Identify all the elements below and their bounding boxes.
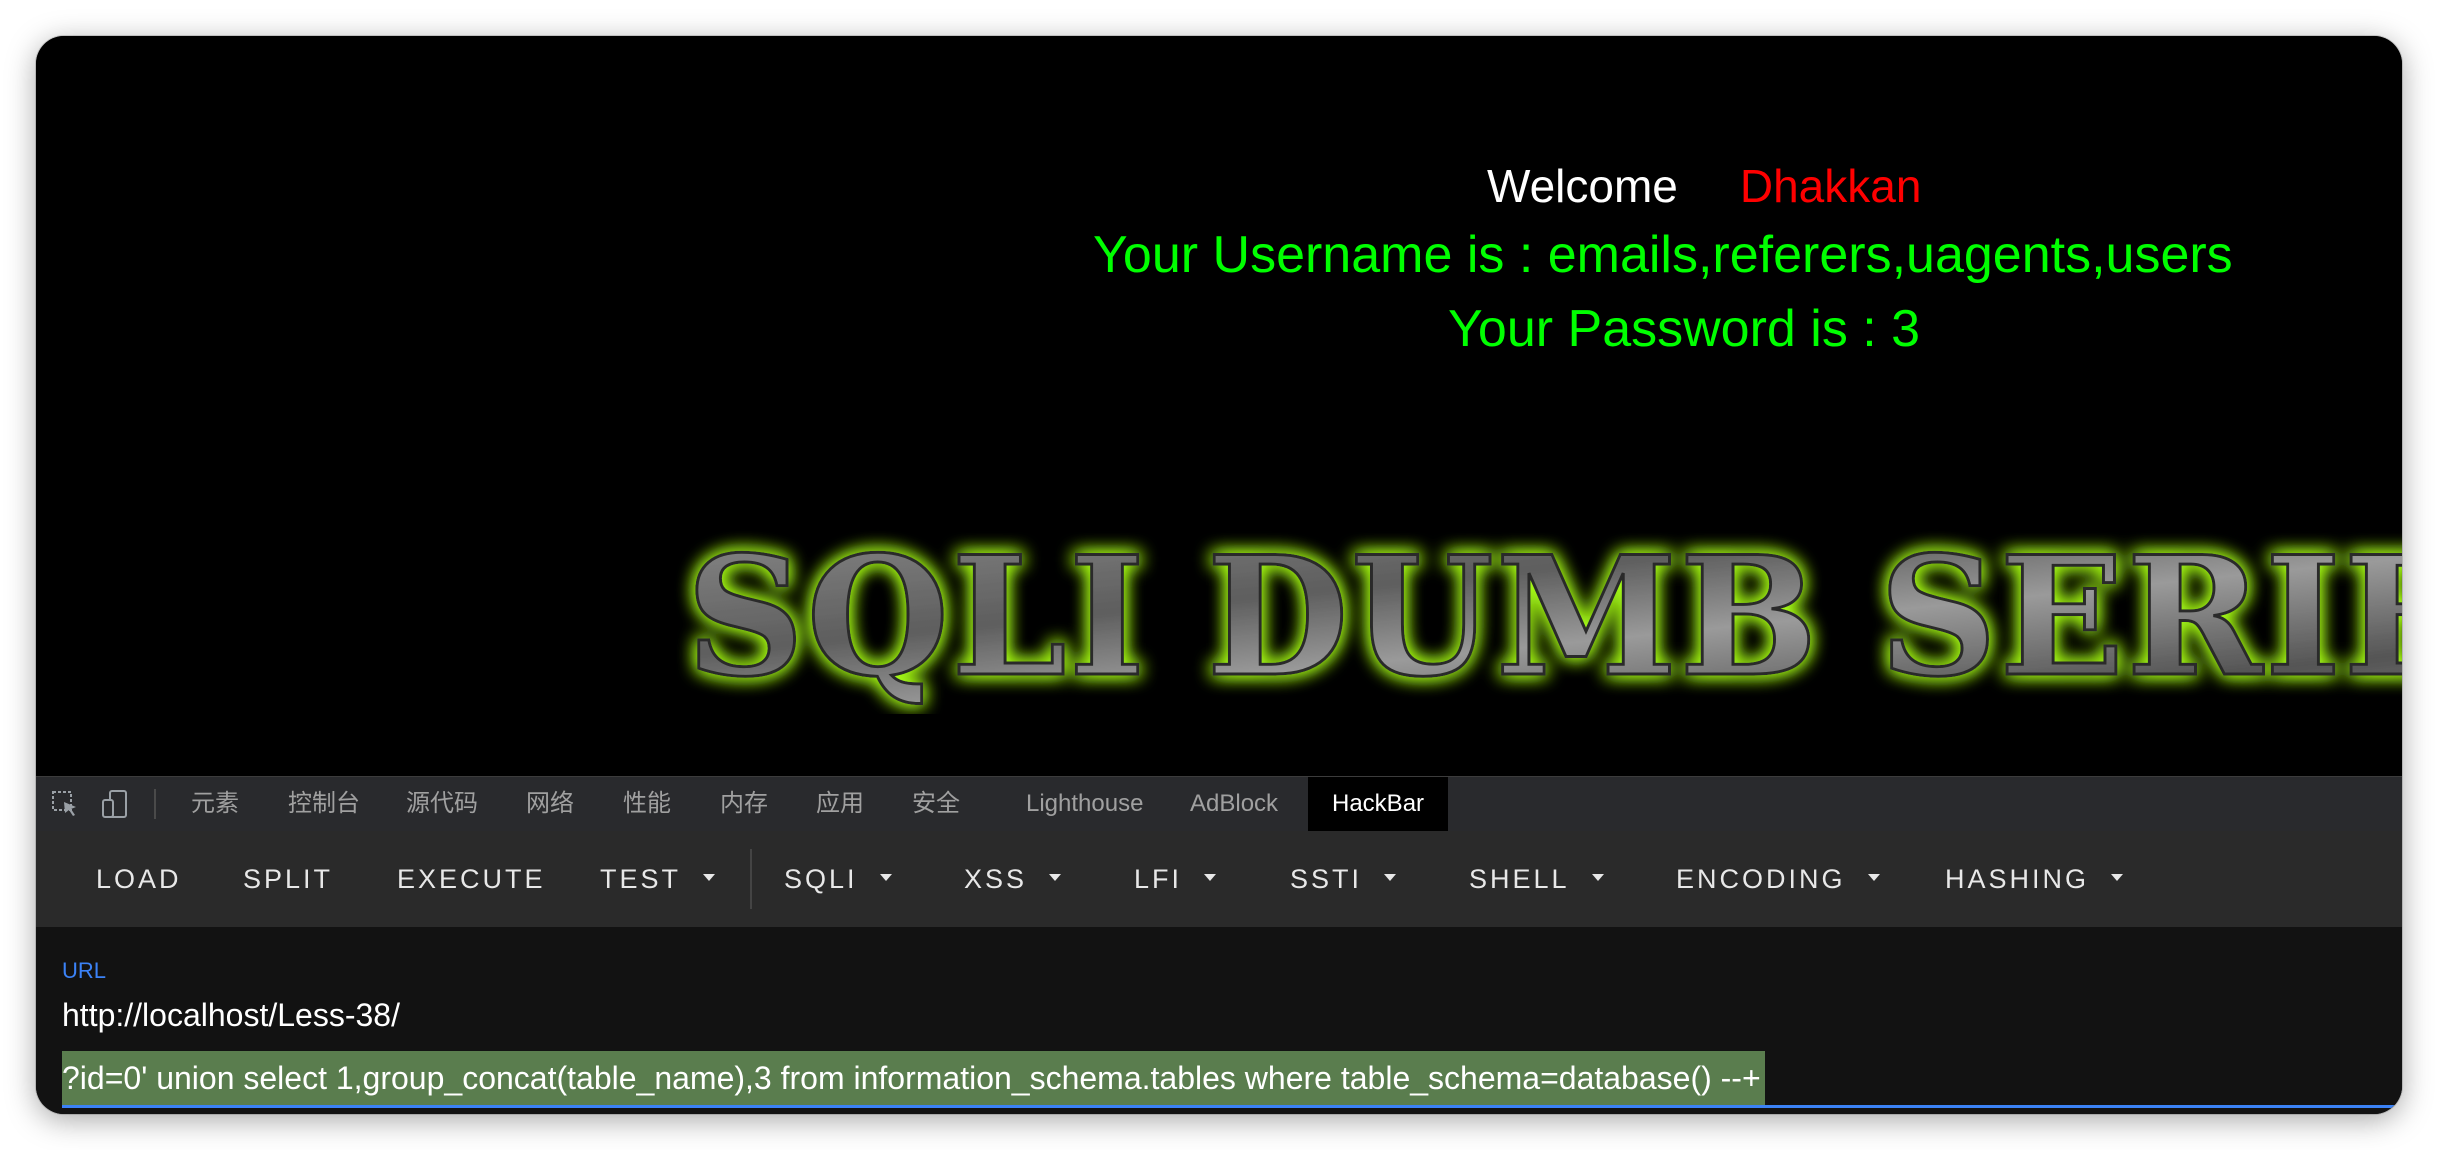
tab-elements[interactable]: 元素 — [191, 777, 239, 831]
caret-down-icon — [879, 874, 892, 882]
tab-sources[interactable]: 源代码 — [406, 777, 478, 831]
devtools-panel: 元素 控制台 源代码 网络 性能 内存 应用 安全 Lighthouse AdB… — [36, 776, 2402, 1114]
lfi-dropdown-label: LFI — [1134, 864, 1183, 894]
hashing-dropdown[interactable]: HASHING — [1945, 831, 2124, 927]
welcome-text: Welcome — [1487, 160, 1678, 212]
xss-dropdown[interactable]: XSS — [964, 831, 1062, 927]
ssti-dropdown[interactable]: SSTI — [1290, 831, 1397, 927]
inspect-element-icon[interactable] — [50, 789, 80, 819]
devtools-tab-bar: 元素 控制台 源代码 网络 性能 内存 应用 安全 Lighthouse AdB… — [36, 776, 2402, 832]
ssti-dropdown-label: SSTI — [1290, 864, 1363, 894]
encoding-dropdown-label: ENCODING — [1676, 864, 1846, 894]
execute-button-label: EXECUTE — [397, 864, 546, 894]
url-label: URL — [62, 958, 107, 983]
xss-dropdown-label: XSS — [964, 864, 1028, 894]
hackbar-toolbar: LOAD SPLIT EXECUTE TEST SQLI XSS LFI SST… — [36, 831, 2402, 927]
url-editor[interactable]: URL http://localhost/Less-38/ ?id=0' uni… — [36, 927, 2402, 1114]
welcome-name: Dhakkan — [1739, 160, 1922, 212]
tab-security[interactable]: 安全 — [912, 777, 960, 831]
caret-down-icon — [1867, 874, 1880, 882]
url-query-line-selected[interactable]: ?id=0' union select 1,group_concat(table… — [62, 1051, 1765, 1105]
test-dropdown-label: TEST — [600, 864, 682, 894]
caret-down-icon — [1049, 874, 1062, 882]
caret-down-icon — [1384, 874, 1397, 882]
url-base-line[interactable]: http://localhost/Less-38/ — [62, 995, 400, 1035]
tab-application[interactable]: 应用 — [816, 777, 864, 831]
sqli-dropdown[interactable]: SQLI — [784, 831, 892, 927]
sqli-banner: SQLI DUMB SERIES — [636, 504, 2403, 715]
shell-dropdown[interactable]: SHELL — [1469, 831, 1604, 927]
split-button[interactable]: SPLIT — [243, 831, 333, 927]
tab-memory[interactable]: 内存 — [720, 777, 768, 831]
tab-hackbar[interactable]: HackBar — [1308, 777, 1449, 831]
browser-window: Welcome Dhakkan Your Username is : emails… — [36, 36, 2402, 1114]
encoding-dropdown[interactable]: ENCODING — [1676, 831, 1880, 927]
hashing-dropdown-label: HASHING — [1945, 864, 2090, 894]
tab-lighthouse[interactable]: Lighthouse — [1026, 777, 1143, 831]
caret-down-icon — [703, 874, 716, 882]
device-toolbar-icon[interactable] — [100, 789, 130, 819]
caret-down-icon — [2111, 874, 2124, 882]
split-button-label: SPLIT — [243, 864, 334, 894]
tab-adblock[interactable]: AdBlock — [1190, 777, 1278, 831]
tab-performance[interactable]: 性能 — [623, 777, 671, 831]
caret-down-icon — [1204, 874, 1217, 882]
password-result: Your Password is : 3 — [1448, 300, 1921, 358]
shell-dropdown-label: SHELL — [1469, 864, 1570, 894]
banner-text: SQLI DUMB SERIES — [686, 520, 2402, 713]
welcome-line: Welcome Dhakkan — [1487, 156, 1921, 216]
load-button[interactable]: LOAD — [96, 831, 182, 927]
sqli-dropdown-label: SQLI — [784, 864, 858, 894]
username-result: Your Username is : emails,referers,uagen… — [1093, 226, 2233, 284]
load-button-label: LOAD — [96, 864, 182, 894]
web-page: Welcome Dhakkan Your Username is : emails… — [36, 36, 2402, 776]
lfi-dropdown[interactable]: LFI — [1134, 831, 1217, 927]
toolbar-divider — [750, 849, 752, 909]
devtools-separator — [154, 789, 156, 819]
execute-button[interactable]: EXECUTE — [397, 831, 546, 927]
url-focus-underline — [62, 1105, 2402, 1108]
caret-down-icon — [1591, 874, 1604, 882]
tab-console[interactable]: 控制台 — [288, 777, 360, 831]
test-dropdown[interactable]: TEST — [600, 831, 716, 927]
tab-network[interactable]: 网络 — [526, 777, 574, 831]
